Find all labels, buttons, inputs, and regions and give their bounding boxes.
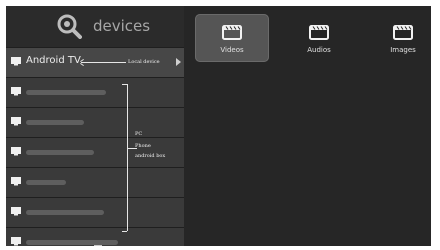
- annotation-android-box: android box: [135, 153, 166, 159]
- clapperboard-icon: [393, 25, 413, 40]
- devices-sidebar: devices Android TV Local device PC Phone…: [6, 6, 184, 246]
- device-row[interactable]: [6, 197, 184, 227]
- device-label-redacted: [26, 210, 104, 215]
- search-icon[interactable]: [56, 13, 82, 39]
- device-label-redacted: [26, 150, 94, 155]
- app-screen: devices Android TV Local device PC Phone…: [6, 6, 431, 246]
- tile-label: Images: [390, 46, 416, 54]
- bracket-top-tick: [122, 84, 127, 85]
- bracket-bottom-tick: [122, 231, 127, 232]
- tv-icon: [11, 147, 21, 156]
- sidebar-title: devices: [93, 17, 151, 35]
- device-label: Android TV: [26, 55, 81, 66]
- tv-icon: [11, 177, 21, 186]
- tile-images[interactable]: Images: [366, 14, 431, 62]
- sidebar-header: devices: [6, 6, 184, 47]
- device-row[interactable]: [6, 137, 184, 167]
- local-device-pointer-line: [81, 62, 126, 63]
- tv-icon: [11, 237, 21, 246]
- tile-audios[interactable]: Audios: [282, 14, 356, 62]
- tv-icon: [11, 57, 21, 66]
- device-row[interactable]: [6, 227, 184, 246]
- device-row[interactable]: [6, 107, 184, 137]
- device-label-redacted: [26, 120, 84, 125]
- tv-icon: [11, 87, 21, 96]
- tile-videos[interactable]: Videos: [195, 14, 269, 62]
- clapperboard-icon: [309, 25, 329, 40]
- tile-label: Audios: [307, 46, 331, 54]
- annotation-pc: PC: [135, 131, 143, 137]
- tv-icon: [11, 117, 21, 126]
- tile-label: Videos: [220, 46, 244, 54]
- annotation-phone: Phone: [135, 143, 151, 149]
- scroll-indicator: [94, 245, 102, 246]
- device-row[interactable]: [6, 77, 184, 107]
- device-label-redacted: [26, 180, 66, 185]
- tv-icon: [11, 207, 21, 216]
- media-category-panel: Videos Audios Images: [184, 6, 431, 246]
- device-label-redacted: [26, 240, 118, 245]
- bracket-vertical-line: [127, 84, 128, 231]
- chevron-right-icon: [176, 58, 181, 66]
- device-label-redacted: [26, 90, 106, 95]
- clapperboard-icon: [222, 25, 242, 40]
- device-row[interactable]: [6, 167, 184, 197]
- annotation-local-device: Local device: [128, 59, 160, 65]
